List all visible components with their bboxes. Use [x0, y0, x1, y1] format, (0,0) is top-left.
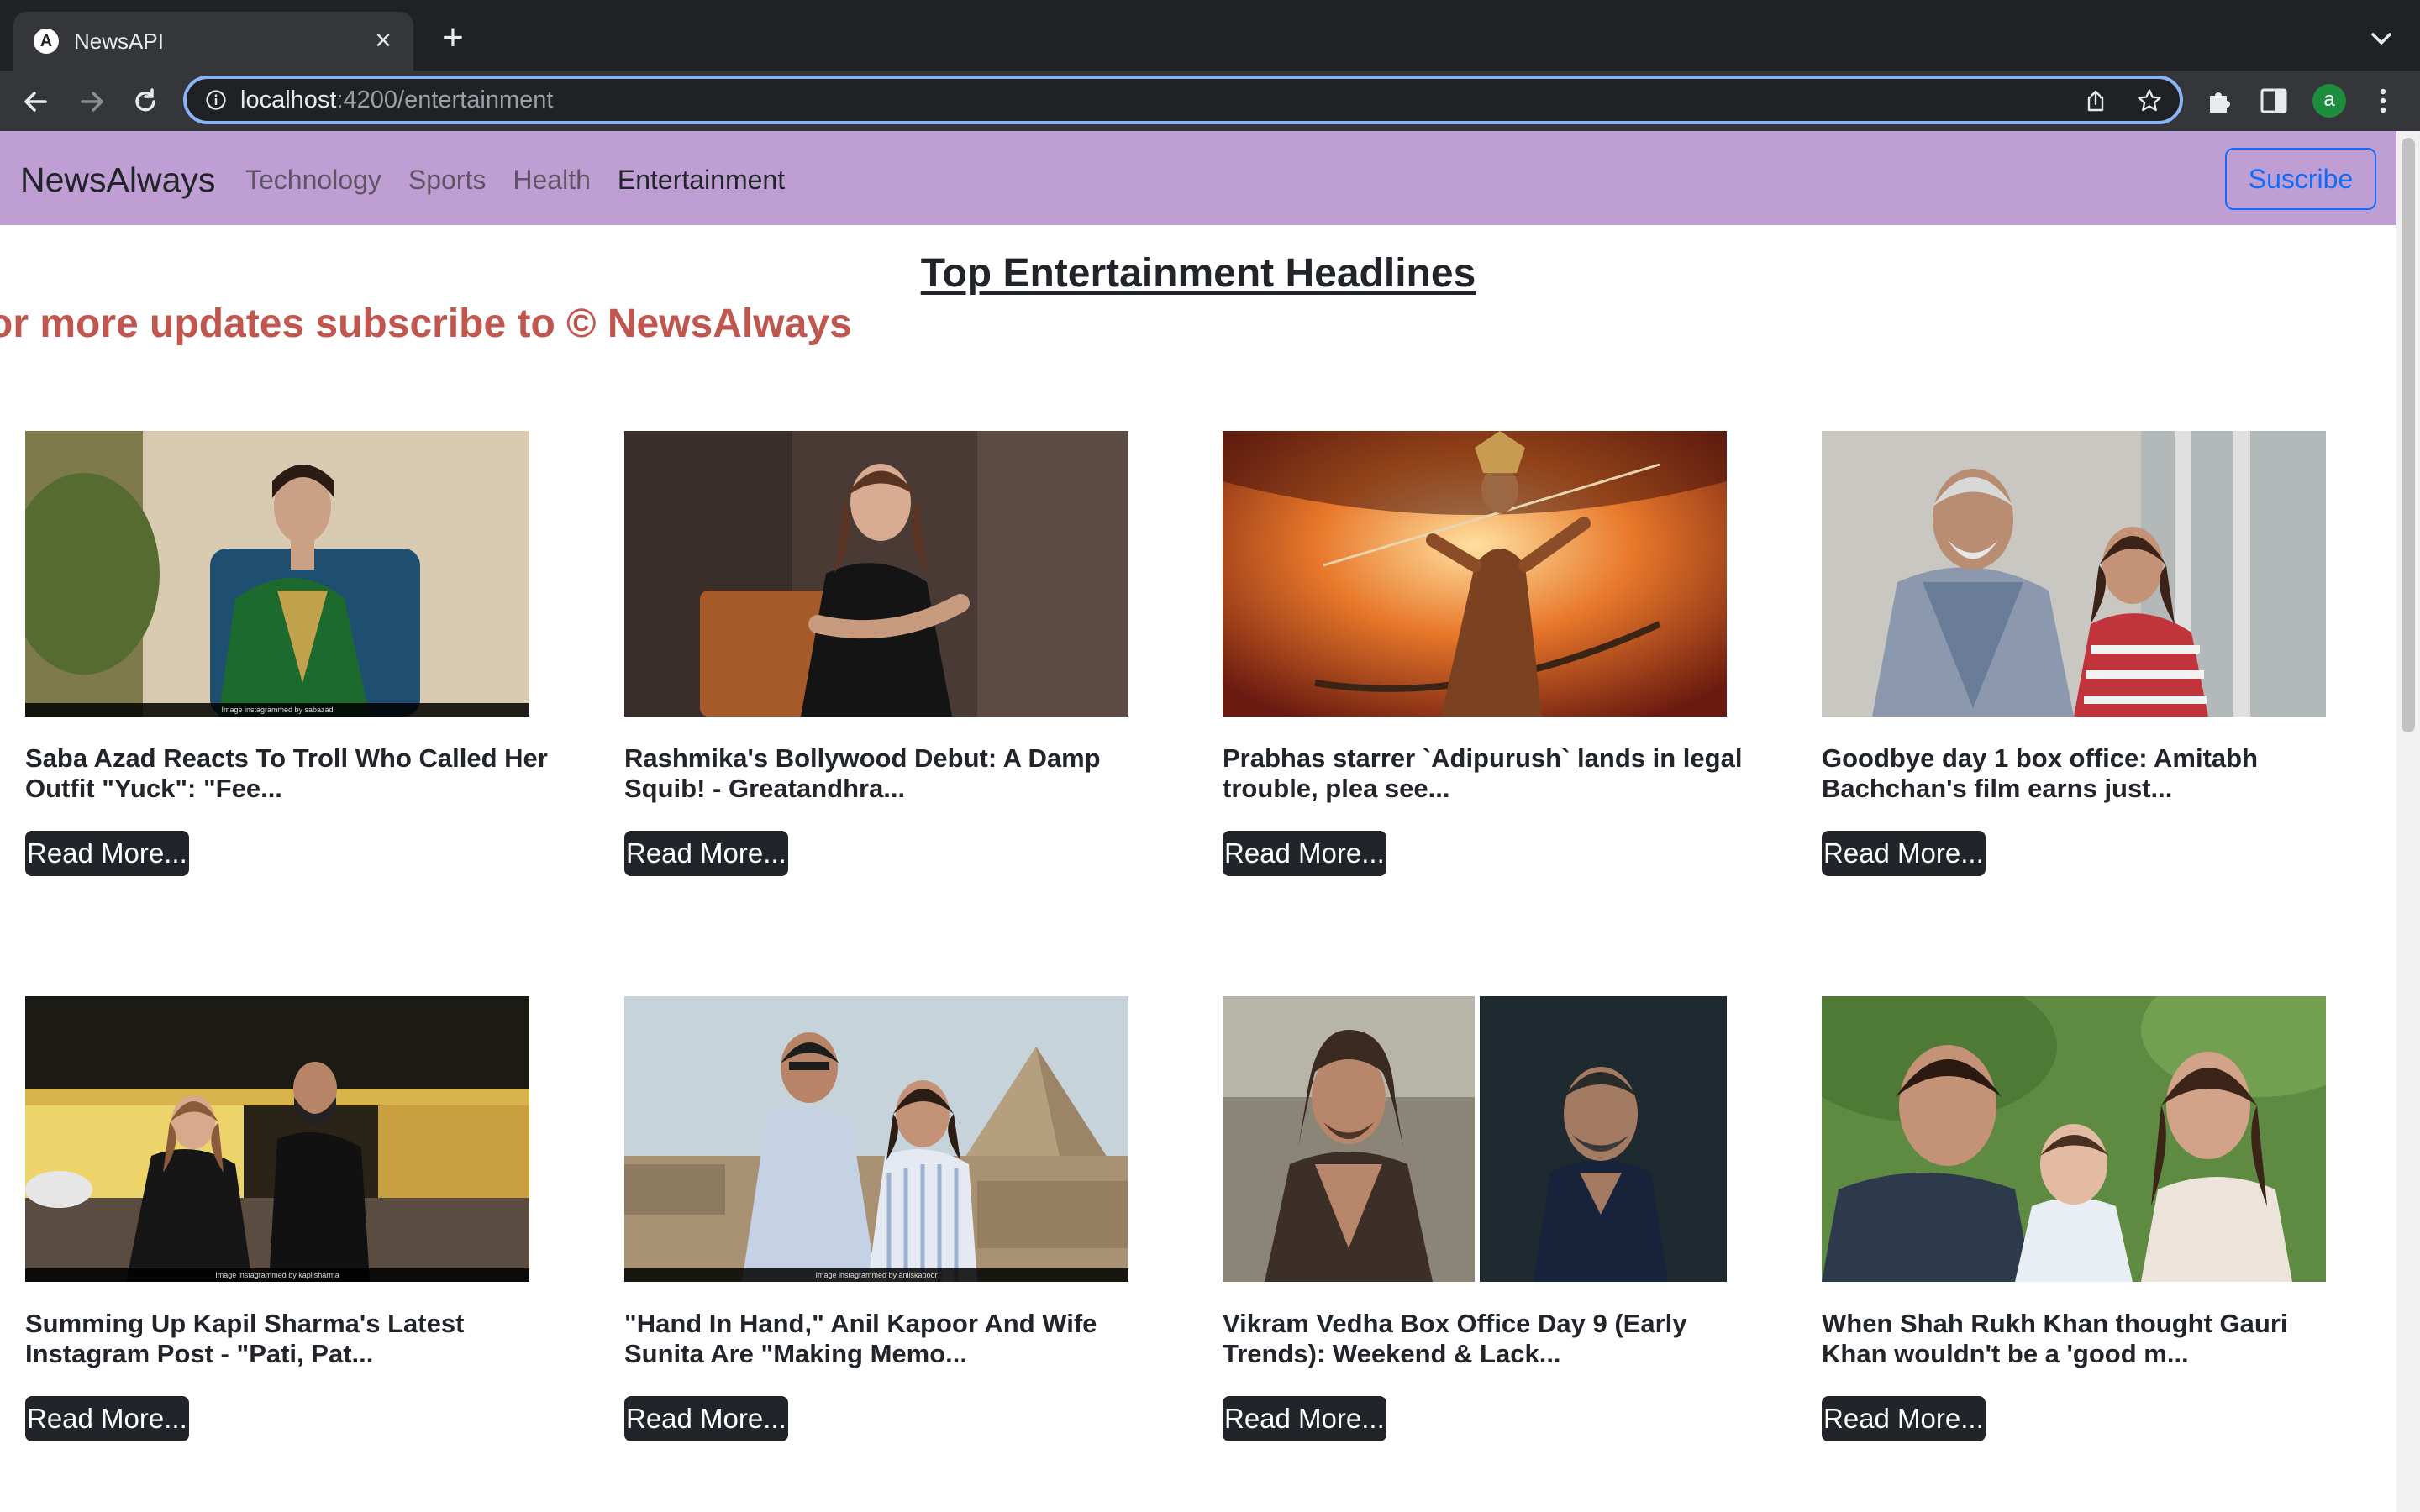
- page-title-wrapper: Top Entertainment Headlines: [0, 250, 2396, 297]
- article-title: Rashmika's Bollywood Debut: A Damp Squib…: [624, 743, 1101, 803]
- url-host: localhost: [240, 87, 337, 113]
- read-more-button[interactable]: Read More...: [624, 831, 788, 876]
- article-image: Image instagrammed by sabazad: [25, 431, 529, 717]
- tab-title: NewsAPI: [74, 29, 164, 54]
- browser-menu-icon[interactable]: [2368, 84, 2398, 118]
- nav-link-entertainment[interactable]: Entertainment: [618, 163, 785, 197]
- forward-arrow-icon[interactable]: [72, 82, 111, 121]
- read-more-button[interactable]: Read More...: [1223, 1396, 1386, 1441]
- extensions-puzzle-icon[interactable]: [2205, 86, 2235, 116]
- nav-link-technology[interactable]: Technology: [245, 163, 381, 197]
- tab-search-chevron-icon[interactable]: [2365, 22, 2398, 55]
- article-title: "Hand In Hand," Anil Kapoor And Wife Sun…: [624, 1309, 1097, 1368]
- image-caption: Image instagrammed by anilskapoor: [624, 1268, 1128, 1282]
- read-more-button[interactable]: Read More...: [624, 1396, 788, 1441]
- image-caption: Image instagrammed by sabazad: [25, 703, 529, 717]
- article-image: Image instagrammed by anilskapoor: [624, 996, 1128, 1282]
- page-scrollbar[interactable]: [2396, 131, 2420, 1512]
- url-path: :4200/entertainment: [336, 87, 554, 113]
- nav-link-health[interactable]: Health: [513, 163, 591, 197]
- read-more-button[interactable]: Read More...: [25, 1396, 189, 1441]
- reload-icon[interactable]: [126, 82, 165, 121]
- new-tab-icon[interactable]: +: [434, 18, 472, 57]
- article-image: [1223, 996, 1727, 1282]
- article-title: Vikram Vedha Box Office Day 9 (Early Tre…: [1223, 1309, 1687, 1368]
- image-caption: Image instagrammed by kapilsharma: [25, 1268, 529, 1282]
- article-image: [1822, 996, 2326, 1282]
- read-more-button[interactable]: Read More...: [25, 831, 189, 876]
- browser-tabstrip: A NewsAPI × +: [0, 0, 2420, 71]
- article-image: [624, 431, 1128, 717]
- bookmark-star-icon[interactable]: [2136, 87, 2163, 114]
- read-more-button[interactable]: Read More...: [1223, 831, 1386, 876]
- article-title: Goodbye day 1 box office: Amitabh Bachch…: [1822, 743, 2259, 803]
- nav-links: Technology Sports Health Entertainment: [245, 163, 785, 197]
- side-panel-icon[interactable]: [2259, 86, 2289, 116]
- article-title: Saba Azad Reacts To Troll Who Called Her…: [25, 743, 548, 803]
- angular-favicon-icon: A: [34, 29, 59, 54]
- read-more-button[interactable]: Read More...: [1822, 831, 1986, 876]
- read-more-button[interactable]: Read More...: [1822, 1396, 1986, 1441]
- close-tab-icon[interactable]: ×: [366, 24, 400, 57]
- page-title: Top Entertainment Headlines: [920, 251, 1476, 296]
- site-navbar: NewsAlways Technology Sports Health Ente…: [0, 131, 2396, 225]
- subscribe-button[interactable]: Suscribe: [2225, 148, 2376, 210]
- article-title: When Shah Rukh Khan thought Gauri Khan w…: [1822, 1309, 2288, 1368]
- scrollbar-thumb[interactable]: [2402, 138, 2415, 732]
- browser-tab[interactable]: A NewsAPI ×: [13, 12, 413, 71]
- back-arrow-icon[interactable]: [17, 82, 55, 121]
- article-title: Prabhas starrer `Adipurush` lands in leg…: [1223, 743, 1743, 803]
- profile-avatar[interactable]: a: [2312, 84, 2346, 118]
- nav-link-sports[interactable]: Sports: [408, 163, 486, 197]
- page-viewport: NewsAlways Technology Sports Health Ente…: [0, 131, 2396, 1512]
- article-image: [1223, 431, 1727, 717]
- browser-toolbar: localhost:4200/entertainment a: [0, 71, 2420, 131]
- address-bar[interactable]: localhost:4200/entertainment: [183, 76, 2183, 124]
- site-brand[interactable]: NewsAlways: [20, 160, 215, 200]
- site-info-icon[interactable]: [205, 89, 227, 111]
- article-image: Image instagrammed by kapilsharma: [25, 996, 529, 1282]
- subscribe-marquee: or more updates subscribe to © NewsAlway…: [0, 302, 852, 346]
- share-icon[interactable]: [2082, 87, 2109, 114]
- article-title: Summing Up Kapil Sharma's Latest Instagr…: [25, 1309, 465, 1368]
- article-image: [1822, 431, 2326, 717]
- url-text[interactable]: localhost:4200/entertainment: [240, 86, 553, 114]
